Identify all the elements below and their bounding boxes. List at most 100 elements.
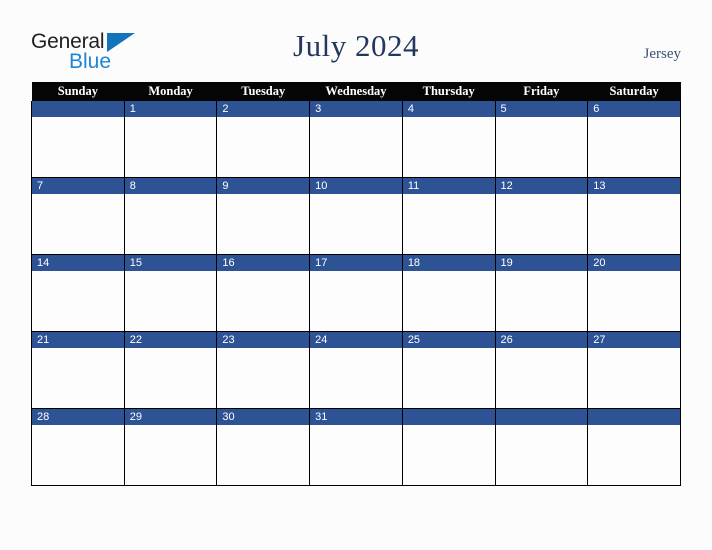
calendar-day-cell[interactable]: 26 <box>494 331 589 409</box>
day-content-area[interactable] <box>496 271 588 330</box>
day-number: 28 <box>32 409 124 425</box>
calendar-day-cell[interactable]: 28 <box>31 408 125 486</box>
day-number: 13 <box>588 178 680 194</box>
calendar-day-cell[interactable]: 20 <box>587 254 681 332</box>
calendar-day-cell[interactable]: 13 <box>587 177 681 255</box>
calendar-day-cell[interactable] <box>494 408 589 486</box>
day-number <box>495 409 588 425</box>
day-content-area[interactable] <box>588 194 680 253</box>
day-content-area[interactable] <box>125 271 217 330</box>
calendar-day-cell[interactable]: 6 <box>587 101 681 178</box>
calendar-day-cell[interactable]: 12 <box>494 177 589 255</box>
day-content-area[interactable] <box>217 348 309 407</box>
day-number: 15 <box>124 255 217 271</box>
calendar-day-cell[interactable] <box>587 408 681 486</box>
page-header: General Blue July 2024 Jersey <box>0 0 712 80</box>
day-content-area[interactable] <box>588 271 680 330</box>
calendar-day-cell[interactable]: 31 <box>309 408 403 486</box>
calendar-week-row: 21 22 23 24 25 26 27 <box>31 331 681 409</box>
calendar-day-cell[interactable]: 14 <box>31 254 125 332</box>
day-content-area[interactable] <box>403 348 495 407</box>
day-content-area[interactable] <box>217 117 309 176</box>
calendar-day-cell[interactable]: 15 <box>123 254 218 332</box>
day-content-area[interactable] <box>310 117 402 176</box>
calendar-day-cell[interactable]: 1 <box>123 101 218 178</box>
calendar-day-cell[interactable]: 21 <box>31 331 125 409</box>
calendar-day-cell[interactable]: 5 <box>494 101 589 178</box>
day-content-area[interactable] <box>217 271 309 330</box>
day-content-area[interactable] <box>125 194 217 253</box>
day-content-area[interactable] <box>125 348 217 407</box>
day-content-area[interactable] <box>403 194 495 253</box>
calendar-day-cell[interactable]: 18 <box>401 254 496 332</box>
weekday-header-friday: Friday <box>495 82 588 101</box>
day-content-area[interactable] <box>403 425 495 484</box>
day-content-area[interactable] <box>588 117 680 176</box>
day-number: 19 <box>495 255 588 271</box>
calendar-day-cell[interactable]: 3 <box>309 101 403 178</box>
day-number: 17 <box>310 255 402 271</box>
calendar-day-cell[interactable]: 23 <box>216 331 311 409</box>
calendar-day-cell[interactable]: 24 <box>309 331 403 409</box>
day-number: 30 <box>217 409 310 425</box>
calendar-week-row: 7 8 9 10 11 12 13 <box>31 177 681 255</box>
weekday-header-thursday: Thursday <box>402 82 496 101</box>
calendar-day-cell[interactable]: 11 <box>401 177 496 255</box>
day-content-area[interactable] <box>496 425 588 484</box>
calendar-day-cell[interactable]: 22 <box>123 331 218 409</box>
day-content-area[interactable] <box>403 117 495 176</box>
day-content-area[interactable] <box>32 194 124 253</box>
day-number: 11 <box>402 178 495 194</box>
day-number: 8 <box>124 178 217 194</box>
day-content-area[interactable] <box>32 271 124 330</box>
weekday-header-sunday: Sunday <box>31 82 125 101</box>
calendar-day-cell[interactable] <box>31 101 125 178</box>
day-number: 31 <box>310 409 402 425</box>
calendar-day-cell[interactable]: 9 <box>216 177 311 255</box>
day-number: 2 <box>217 101 310 117</box>
calendar-day-cell[interactable]: 30 <box>216 408 311 486</box>
weekday-header-wednesday: Wednesday <box>309 82 403 101</box>
calendar-day-cell[interactable]: 17 <box>309 254 403 332</box>
day-number: 14 <box>32 255 124 271</box>
day-content-area[interactable] <box>403 271 495 330</box>
day-content-area[interactable] <box>217 194 309 253</box>
calendar-week-row: 1 2 3 4 5 6 <box>31 101 681 178</box>
calendar-day-cell[interactable] <box>401 408 496 486</box>
day-content-area[interactable] <box>310 425 402 484</box>
day-content-area[interactable] <box>496 348 588 407</box>
calendar-grid: Sunday Monday Tuesday Wednesday Thursday… <box>31 82 681 486</box>
calendar-day-cell[interactable]: 8 <box>123 177 218 255</box>
calendar-week-row: 14 15 16 17 18 19 20 <box>31 254 681 332</box>
day-content-area[interactable] <box>125 117 217 176</box>
day-number: 24 <box>310 332 402 348</box>
day-number: 22 <box>124 332 217 348</box>
day-content-area[interactable] <box>32 117 124 176</box>
day-content-area[interactable] <box>588 348 680 407</box>
calendar-day-cell[interactable]: 29 <box>123 408 218 486</box>
calendar-day-cell[interactable]: 7 <box>31 177 125 255</box>
day-content-area[interactable] <box>588 425 680 484</box>
day-number: 12 <box>495 178 588 194</box>
day-content-area[interactable] <box>496 194 588 253</box>
weekday-header-row: Sunday Monday Tuesday Wednesday Thursday… <box>31 82 681 101</box>
day-content-area[interactable] <box>32 425 124 484</box>
calendar-day-cell[interactable]: 2 <box>216 101 311 178</box>
calendar-week-row: 28 29 30 31 <box>31 408 681 486</box>
calendar-day-cell[interactable]: 10 <box>309 177 403 255</box>
calendar-day-cell[interactable]: 16 <box>216 254 311 332</box>
day-content-area[interactable] <box>125 425 217 484</box>
day-content-area[interactable] <box>32 348 124 407</box>
day-number: 25 <box>402 332 495 348</box>
calendar-day-cell[interactable]: 25 <box>401 331 496 409</box>
day-content-area[interactable] <box>496 117 588 176</box>
calendar-day-cell[interactable]: 27 <box>587 331 681 409</box>
calendar-day-cell[interactable]: 4 <box>401 101 496 178</box>
day-content-area[interactable] <box>217 425 309 484</box>
day-content-area[interactable] <box>310 271 402 330</box>
day-number: 26 <box>495 332 588 348</box>
weekday-header-saturday: Saturday <box>587 82 681 101</box>
day-content-area[interactable] <box>310 194 402 253</box>
calendar-day-cell[interactable]: 19 <box>494 254 589 332</box>
day-content-area[interactable] <box>310 348 402 407</box>
